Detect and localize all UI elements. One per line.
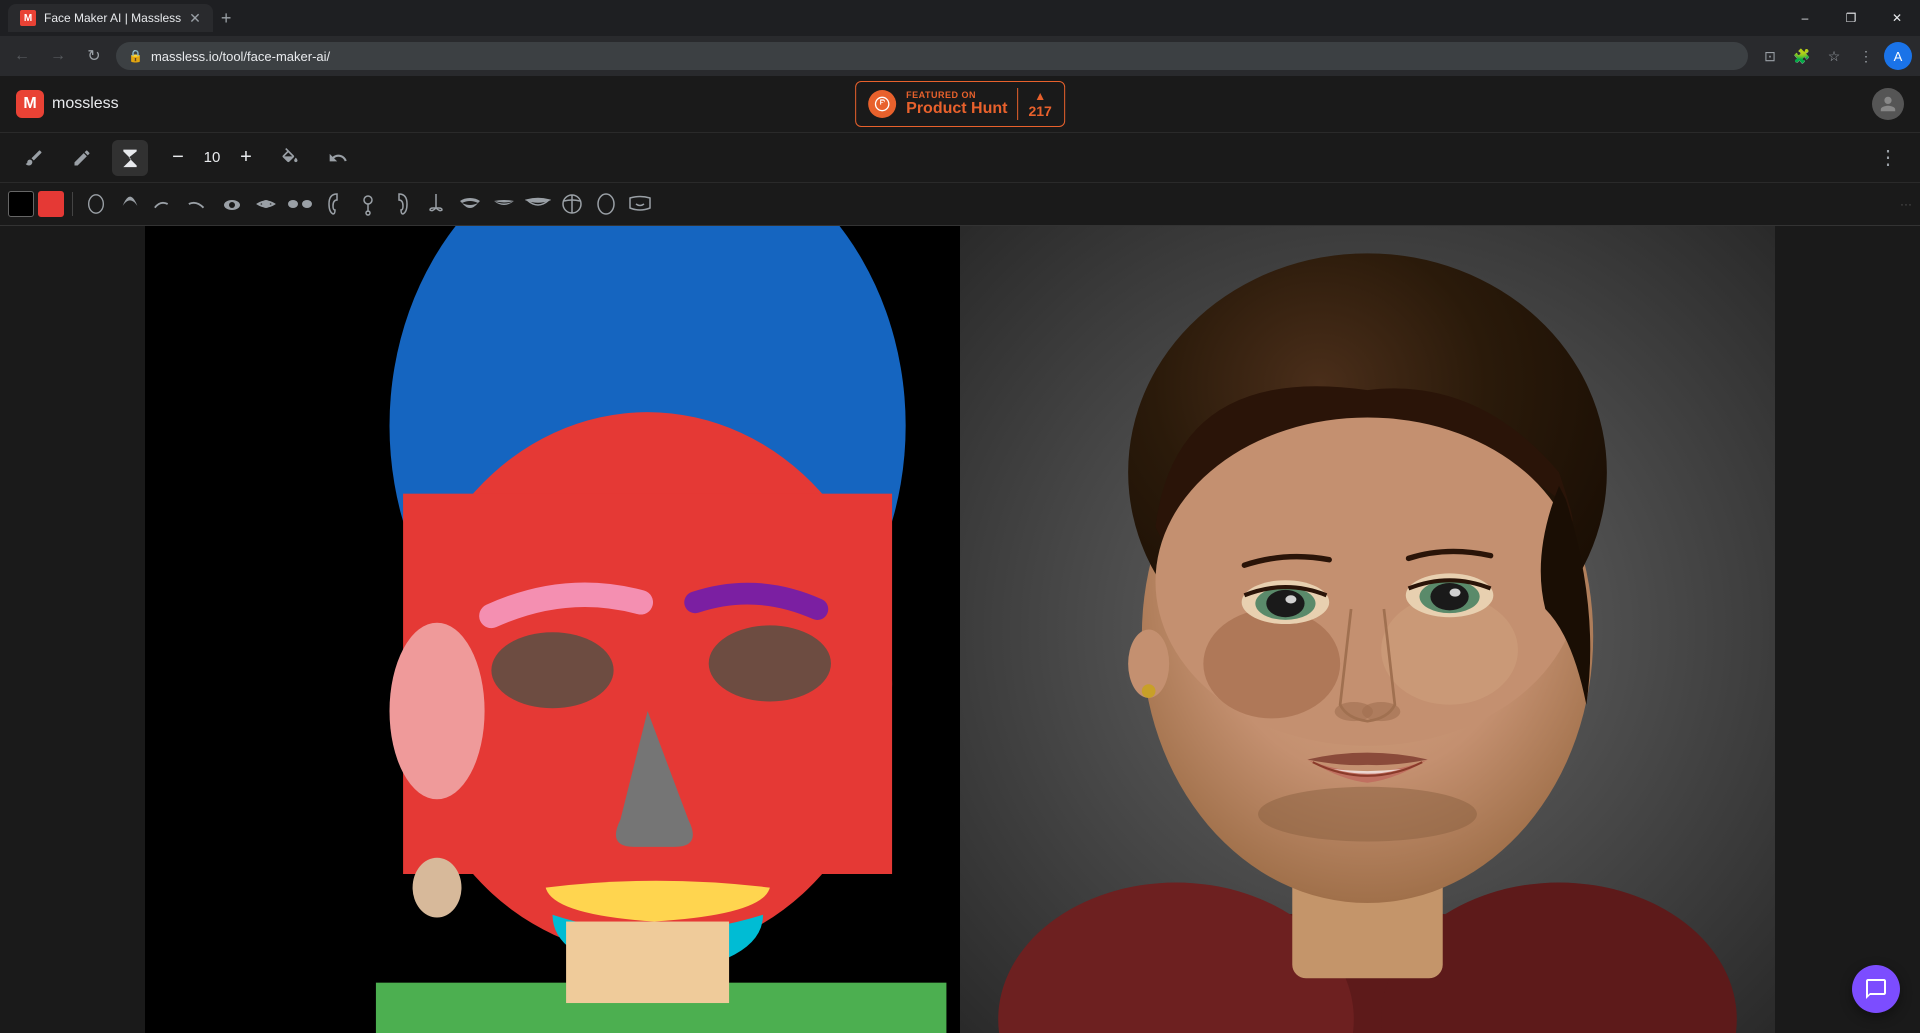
- ph-name: Product Hunt: [906, 100, 1007, 118]
- ph-divider: [1017, 88, 1018, 120]
- app-header: M mossless FEATURED ON Product Hunt ▲ 21…: [0, 76, 1920, 132]
- extensions-btn[interactable]: 🧩: [1788, 42, 1816, 70]
- back-btn[interactable]: ←: [8, 42, 36, 70]
- toolbar-right: ⋮: [1872, 142, 1904, 174]
- increase-size-btn[interactable]: +: [232, 144, 260, 172]
- minimize-btn[interactable]: –: [1782, 0, 1828, 36]
- new-tab-btn[interactable]: +: [217, 8, 236, 29]
- eye-open-btn[interactable]: [217, 189, 247, 219]
- tab-close-btn[interactable]: ✕: [189, 10, 201, 27]
- address-bar[interactable]: 🔒 massless.io/tool/face-maker-ai/: [116, 42, 1748, 70]
- ear-ring-btn[interactable]: [353, 189, 383, 219]
- drawing-canvas[interactable]: [145, 226, 960, 1033]
- tab-title: Face Maker AI | Massless: [44, 11, 181, 25]
- logo-text: mossless: [52, 95, 119, 113]
- ear-right-btn[interactable]: [387, 189, 417, 219]
- portrait-svg: [960, 226, 1775, 1033]
- window-controls: – ❐ ✕: [1782, 0, 1920, 36]
- head-oval-btn[interactable]: [591, 189, 621, 219]
- shape-divider: [72, 192, 73, 216]
- browser-actions: ⊡ 🧩 ☆ ⋮ A: [1756, 42, 1912, 70]
- eye-closed-btn[interactable]: [251, 189, 281, 219]
- more-menu-btn[interactable]: ⋮: [1872, 142, 1904, 174]
- ph-text: FEATURED ON Product Hunt: [906, 90, 1007, 118]
- eyebrow-left-btn[interactable]: [149, 189, 179, 219]
- ph-count-value: 217: [1028, 103, 1051, 119]
- ph-featured-label: FEATURED ON: [906, 90, 1007, 100]
- cast-btn[interactable]: ⊡: [1756, 42, 1784, 70]
- face-outline-shape-btn[interactable]: [81, 189, 111, 219]
- user-avatar[interactable]: [1872, 88, 1904, 120]
- restore-btn[interactable]: ❐: [1828, 0, 1874, 36]
- forward-btn[interactable]: →: [44, 42, 72, 70]
- brush-size-control: − 10 +: [164, 144, 260, 172]
- lock-icon: 🔒: [128, 49, 143, 63]
- bookmark-btn[interactable]: ☆: [1820, 42, 1848, 70]
- photo-canvas: [960, 226, 1775, 1033]
- face-mask-btn[interactable]: [625, 189, 655, 219]
- more-options-btn[interactable]: ⋮: [1852, 42, 1880, 70]
- ear-left-btn[interactable]: [319, 189, 349, 219]
- lips-smile-btn[interactable]: [455, 189, 485, 219]
- line-tool-btn[interactable]: [112, 140, 148, 176]
- ph-vote-count: ▲ 217: [1028, 89, 1051, 119]
- canvas-container: [145, 226, 1775, 1033]
- chat-button[interactable]: [1852, 965, 1900, 1013]
- browser-chrome: M Face Maker AI | Massless ✕ + – ❐ ✕ ← →…: [0, 0, 1920, 76]
- main-area: [0, 226, 1920, 1033]
- header-right: [1872, 88, 1904, 120]
- brush-tool-btn[interactable]: [16, 140, 52, 176]
- eyes-both-btn[interactable]: [285, 189, 315, 219]
- nose-btn[interactable]: [421, 189, 451, 219]
- reload-btn[interactable]: ↻: [80, 42, 108, 70]
- left-panel: [0, 226, 145, 1033]
- brush-size-value: 10: [200, 149, 224, 166]
- close-btn[interactable]: ✕: [1874, 0, 1920, 36]
- product-hunt-badge[interactable]: FEATURED ON Product Hunt ▲ 217: [855, 81, 1065, 127]
- shape-bar: ···: [0, 182, 1920, 226]
- profile-btn[interactable]: A: [1884, 42, 1912, 70]
- face-cross-btn[interactable]: [557, 189, 587, 219]
- undo-btn[interactable]: [320, 140, 356, 176]
- lips-neutral-btn[interactable]: [489, 189, 519, 219]
- black-color-swatch[interactable]: [8, 191, 34, 217]
- lips-open-btn[interactable]: [523, 189, 553, 219]
- active-tab[interactable]: M Face Maker AI | Massless ✕: [8, 4, 213, 32]
- logo-area: M mossless: [16, 90, 119, 118]
- right-panel: [1775, 226, 1920, 1033]
- hair-shape-btn[interactable]: [115, 189, 145, 219]
- red-color-swatch[interactable]: [38, 191, 64, 217]
- ph-arrow-icon: ▲: [1034, 89, 1046, 103]
- decrease-size-btn[interactable]: −: [164, 144, 192, 172]
- ph-logo: [868, 90, 896, 118]
- tab-favicon: M: [20, 10, 36, 26]
- toolbar: − 10 + ⋮: [0, 132, 1920, 182]
- navigation-bar: ← → ↻ 🔒 massless.io/tool/face-maker-ai/ …: [0, 36, 1920, 76]
- face-drawing-svg: [145, 226, 960, 1033]
- url-text: massless.io/tool/face-maker-ai/: [151, 49, 330, 64]
- eyebrow-right-btn[interactable]: [183, 189, 213, 219]
- fill-tool-btn[interactable]: [272, 140, 308, 176]
- tab-bar: M Face Maker AI | Massless ✕ + – ❐ ✕: [0, 0, 1920, 36]
- bar-right-indicator: ···: [1900, 197, 1912, 211]
- logo-icon: M: [16, 90, 44, 118]
- pen-tool-btn[interactable]: [64, 140, 100, 176]
